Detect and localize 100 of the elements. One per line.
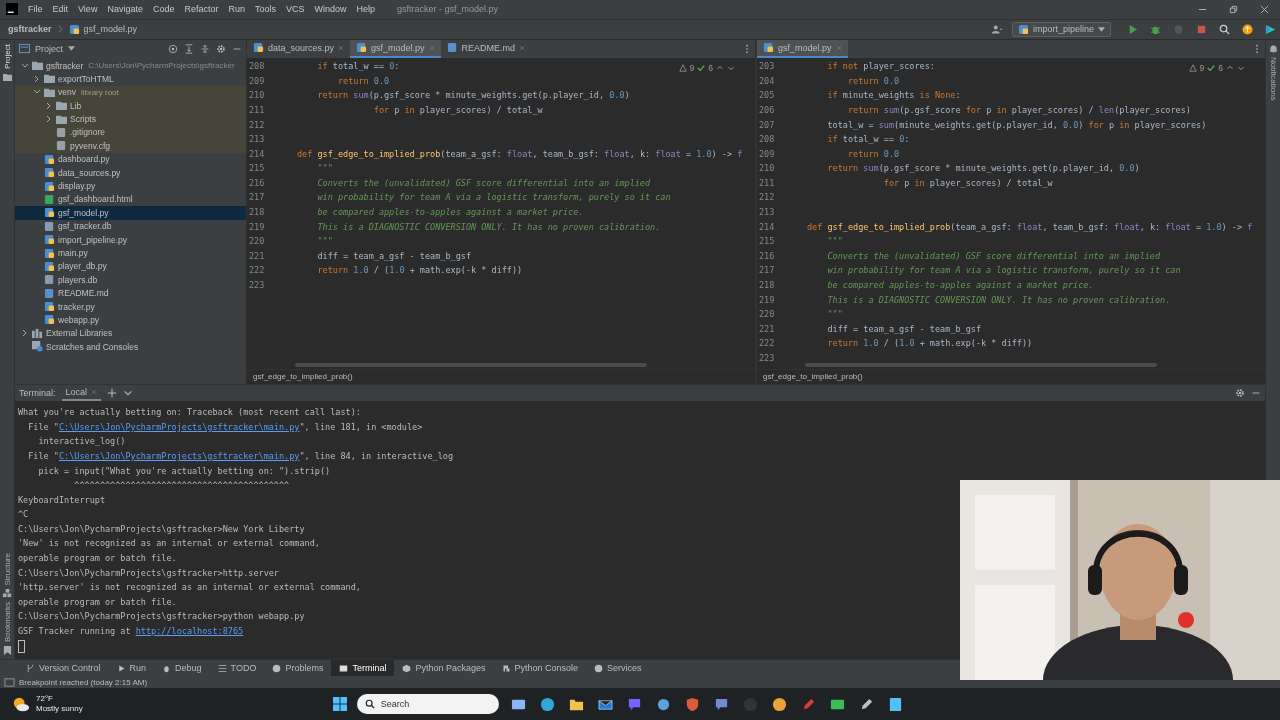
tree-item[interactable]: Scratches and Consoles xyxy=(15,340,246,354)
editor-tab[interactable]: data_sources.py xyxy=(247,39,351,58)
breadcrumb-item[interactable]: gsftracker xyxy=(8,24,52,35)
tool-window-button[interactable]: Services xyxy=(586,660,650,677)
expand-all-icon[interactable] xyxy=(184,43,194,54)
tool-window-button[interactable]: Python Packages xyxy=(394,660,494,677)
scrollbar[interactable] xyxy=(295,362,647,367)
menu-item[interactable]: Refactor xyxy=(184,4,219,15)
stop-icon[interactable] xyxy=(1196,23,1207,35)
user-icon[interactable] xyxy=(990,23,1002,35)
tree-item[interactable]: Lib xyxy=(15,99,246,113)
tool-window-button[interactable]: Problems xyxy=(264,660,332,677)
menu-item[interactable]: Window xyxy=(314,4,347,15)
search-box[interactable]: Search xyxy=(356,694,499,715)
tree-item[interactable]: data_sources.py xyxy=(15,165,246,180)
tree-item[interactable]: gsf_dashboard.html xyxy=(15,192,246,207)
terminal-link[interactable]: C:\Users\Jon\PycharmProjects\gsftracker\main.py xyxy=(58,421,300,432)
terminal-link[interactable]: http://localhost:8765 xyxy=(135,626,244,637)
run-config-dropdown[interactable]: import_pipeline xyxy=(1011,21,1111,37)
windows-logo-icon[interactable] xyxy=(332,697,347,712)
tree-item[interactable]: import_pipeline.py xyxy=(15,232,246,247)
menu-item[interactable]: View xyxy=(78,4,98,15)
more-icon[interactable] xyxy=(1255,43,1259,54)
chevron-icon[interactable] xyxy=(21,61,29,70)
plugin-icon[interactable] xyxy=(1265,23,1276,35)
chevron-up-icon[interactable] xyxy=(1226,63,1234,72)
tool-window-button[interactable]: TODO xyxy=(209,660,265,677)
editor-tab[interactable]: README.md xyxy=(440,39,532,58)
tree-item[interactable]: main.py xyxy=(15,246,246,260)
search-icon[interactable] xyxy=(1219,23,1230,35)
shield-icon[interactable] xyxy=(684,696,700,712)
scrollbar[interactable] xyxy=(805,362,1157,367)
tree-item[interactable]: display.py xyxy=(15,179,246,193)
chat-icon[interactable] xyxy=(713,696,729,712)
terminal-tab[interactable]: Local xyxy=(61,384,102,401)
more-icon[interactable] xyxy=(745,43,749,54)
scratch-icon xyxy=(32,341,43,353)
warning-icon[interactable] xyxy=(678,63,687,72)
plus-icon[interactable] xyxy=(107,387,118,398)
tree-item[interactable]: webapp.py xyxy=(15,313,246,327)
tool-window-button[interactable]: Run xyxy=(108,660,155,677)
search-field[interactable]: Search xyxy=(380,695,491,714)
chevron-icon[interactable] xyxy=(21,329,29,338)
tree-item[interactable]: pyvenv.cfg xyxy=(15,139,246,153)
play-icon[interactable] xyxy=(1127,23,1138,35)
locate-icon[interactable] xyxy=(168,43,178,54)
line-number: 219 xyxy=(248,221,266,232)
tool-window-button[interactable]: Version Control xyxy=(18,660,109,677)
menu-item[interactable]: Navigate xyxy=(107,4,143,15)
breadcrumb-item[interactable]: gsf_model.py xyxy=(83,24,138,35)
tool-window-button[interactable]: Debug xyxy=(154,660,210,677)
tree-item[interactable]: exportToHTML xyxy=(15,72,246,86)
chevron-up-icon[interactable] xyxy=(716,63,724,72)
terminal-link[interactable]: C:\Users\Jon\PycharmProjects\gsftracker\main.py xyxy=(58,450,300,461)
restore-icon[interactable] xyxy=(1229,4,1238,14)
menu-item[interactable]: Edit xyxy=(52,4,69,15)
close-icon[interactable] xyxy=(1260,4,1269,14)
collapse-all-icon[interactable] xyxy=(200,43,210,54)
chat-icon[interactable] xyxy=(626,696,642,712)
tree-item[interactable]: player_db.py xyxy=(15,259,246,274)
tree-item[interactable]: gsf_model.py xyxy=(15,206,246,220)
project-tool-tab[interactable]: Project xyxy=(2,43,12,69)
tree-item[interactable]: venv library root xyxy=(15,85,246,99)
tree-item[interactable]: gsftracker C:\Users\Jon\PycharmProjects\gsftracker xyxy=(15,58,246,73)
warning-icon[interactable] xyxy=(1188,63,1197,72)
menu-item[interactable]: Code xyxy=(152,4,175,15)
check-icon[interactable] xyxy=(697,63,706,72)
update-icon[interactable] xyxy=(1242,23,1253,35)
todo-icon xyxy=(217,663,227,673)
status-icon[interactable] xyxy=(4,676,15,688)
tree-item[interactable]: External Libraries xyxy=(15,326,246,341)
menu-item[interactable]: File xyxy=(28,4,43,15)
chevron-icon[interactable] xyxy=(33,74,41,83)
weather-icon[interactable] xyxy=(12,695,30,714)
settings-icon[interactable] xyxy=(1235,387,1245,398)
breadcrumb-item[interactable]: gsf_edge_to_implied_prob() xyxy=(253,372,353,382)
tree-item[interactable]: dashboard.py xyxy=(15,152,246,166)
menu-item[interactable]: Help xyxy=(356,4,376,15)
tool-window-button[interactable]: Python Console xyxy=(493,660,587,677)
project-view-dropdown[interactable]: Project xyxy=(19,43,75,55)
tree-item[interactable]: gsf_tracker.db xyxy=(15,219,246,233)
check-icon[interactable] xyxy=(1207,63,1216,72)
line-number: 216 xyxy=(758,250,776,261)
breadcrumb-item[interactable]: gsf_edge_to_implied_prob() xyxy=(763,372,863,382)
notifications-tool-tab[interactable]: Notifications xyxy=(1268,56,1278,101)
note-icon[interactable] xyxy=(887,696,903,712)
tree-item[interactable]: Scripts xyxy=(15,112,246,126)
terminal-text: ", line 84, in interactive_log xyxy=(299,450,453,461)
bookmarks-tool-tab[interactable]: Bookmarks xyxy=(2,602,12,643)
menu-item[interactable]: Run xyxy=(228,4,245,15)
tree-item[interactable]: README.md xyxy=(15,286,246,300)
settings-icon[interactable] xyxy=(216,43,226,54)
chevron-icon[interactable] xyxy=(45,115,53,124)
tree-item[interactable]: players.db xyxy=(15,273,246,287)
menu-item[interactable]: VCS xyxy=(286,4,305,15)
menu-item[interactable]: Tools xyxy=(254,4,276,15)
tree-item[interactable]: tracker.py xyxy=(15,299,246,314)
tool-window-button[interactable]: Terminal xyxy=(331,660,395,677)
structure-tool-tab[interactable]: Structure xyxy=(2,552,12,586)
chevron-icon[interactable] xyxy=(45,101,53,110)
